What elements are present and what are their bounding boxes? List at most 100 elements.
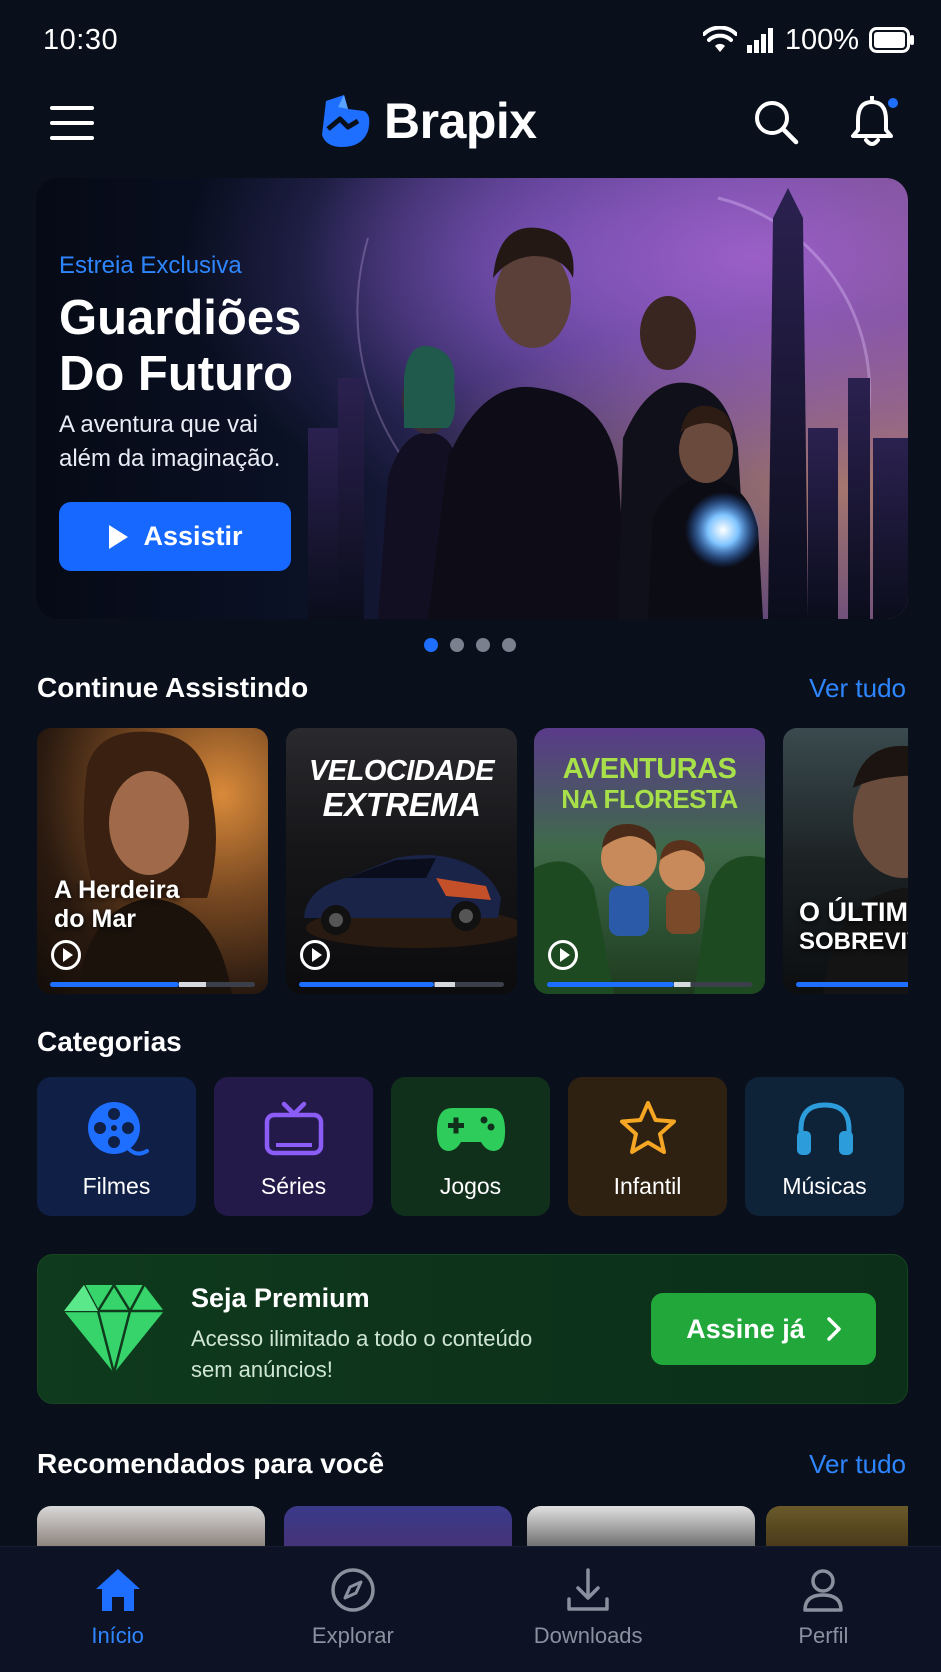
carousel-dot[interactable]	[424, 638, 438, 652]
recommended-row	[37, 1506, 908, 1546]
chevron-right-icon	[827, 1317, 841, 1341]
carousel-dot[interactable]	[450, 638, 464, 652]
recommended-see-all[interactable]: Ver tudo	[809, 1449, 906, 1480]
notifications-button[interactable]	[850, 95, 900, 148]
wifi-icon	[702, 26, 737, 52]
progress-bar	[547, 982, 752, 987]
menu-button[interactable]	[50, 106, 94, 142]
nav-item-inicio[interactable]: Início	[18, 1547, 218, 1649]
continue-card[interactable]: AVENTURAS NA FLORESTA	[534, 728, 765, 994]
carousel-indicator	[424, 638, 516, 652]
play-circle-icon[interactable]	[300, 940, 330, 970]
watch-button-label: Assistir	[143, 521, 243, 551]
nav-item-perfil[interactable]: Perfil	[723, 1547, 923, 1649]
nav-item-downloads[interactable]: Downloads	[488, 1547, 688, 1649]
continue-card[interactable]: VELOCIDADE EXTREMA	[286, 728, 517, 994]
play-circle-icon[interactable]	[51, 940, 81, 970]
play-circle-icon[interactable]	[548, 940, 578, 970]
progress-fill	[299, 982, 435, 987]
film-reel-icon	[87, 1102, 149, 1156]
status-time: 10:30	[43, 23, 119, 56]
search-button[interactable]	[752, 98, 800, 146]
progress-bar	[50, 982, 255, 987]
continue-card[interactable]: A Herdeira do Mar	[37, 728, 268, 994]
recommended-card[interactable]	[766, 1506, 908, 1546]
continue-card-title-line1: A Herdeira	[54, 876, 180, 904]
hero-title: Guardiões Do Futuro	[59, 290, 389, 402]
hero-banner[interactable]: Estreia Exclusiva Guardiões Do Futuro A …	[36, 178, 908, 619]
tv-icon	[264, 1101, 323, 1156]
home-icon	[95, 1569, 140, 1611]
user-icon	[803, 1569, 844, 1612]
premium-subtitle: Acesso ilimitado a todo o conteúdo sem a…	[191, 1323, 591, 1385]
recommended-card[interactable]	[37, 1506, 265, 1546]
hero-title-line2: Do Futuro	[59, 347, 294, 401]
continue-watching-see-all[interactable]: Ver tudo	[809, 673, 906, 704]
category-musicas[interactable]: Músicas	[745, 1077, 904, 1216]
signal-icon	[746, 28, 773, 53]
nav-label: Downloads	[533, 1623, 643, 1648]
continue-card-title: O ÚLTIM SOBREVIV	[799, 898, 908, 956]
nav-item-explorar[interactable]: Explorar	[253, 1547, 453, 1649]
headphones-icon	[796, 1102, 853, 1155]
carousel-dot[interactable]	[476, 638, 490, 652]
play-icon	[109, 524, 129, 549]
battery-icon	[869, 27, 914, 53]
premium-subtitle-line1: Acesso ilimitado a todo o conteúdo	[191, 1326, 533, 1351]
recommended-card[interactable]	[284, 1506, 512, 1546]
hero-title-line1: Guardiões	[59, 291, 302, 345]
category-filmes[interactable]: Filmes	[37, 1077, 196, 1216]
category-label: Séries	[260, 1173, 327, 1199]
carousel-dot[interactable]	[502, 638, 516, 652]
notification-badge	[886, 96, 900, 110]
continue-card-title-line2: do Mar	[54, 905, 136, 933]
categories-row: Filmes Séries Jogos Infantil Músicas	[37, 1077, 908, 1216]
progress-fill	[50, 982, 180, 987]
hero-subtitle-line1: A aventura que vai	[59, 411, 258, 438]
progress-bar	[299, 982, 504, 987]
search-icon	[755, 101, 799, 145]
progress-bar	[796, 982, 908, 987]
subscribe-button[interactable]: Assine já	[651, 1293, 876, 1365]
category-infantil[interactable]: Infantil	[568, 1077, 727, 1216]
progress-fill	[796, 982, 908, 987]
continue-card[interactable]: O ÚLTIM SOBREVIV	[783, 728, 908, 994]
app-logo: Brapix	[318, 92, 537, 150]
bottom-navigation: Início Explorar Downloads Perfil	[0, 1546, 941, 1672]
battery-percent: 100%	[784, 23, 859, 56]
category-label: Jogos	[439, 1173, 502, 1199]
premium-subtitle-line2: sem anúncios!	[191, 1357, 333, 1382]
subscribe-button-label: Assine já	[686, 1313, 805, 1344]
nav-label: Início	[91, 1623, 144, 1648]
recommended-title: Recomendados para você	[37, 1448, 385, 1479]
recommended-card[interactable]	[527, 1506, 755, 1546]
continue-watching-title: Continue Assistindo	[37, 672, 309, 703]
category-label: Infantil	[613, 1173, 682, 1199]
categories-title: Categorias	[37, 1026, 182, 1057]
hero-subtitle-line2: além da imaginação.	[59, 445, 281, 472]
nav-label: Explorar	[311, 1623, 394, 1648]
hero-artwork	[308, 188, 908, 619]
compass-icon	[331, 1568, 375, 1612]
app-name: Brapix	[384, 93, 537, 149]
brapix-logo-icon	[322, 95, 370, 147]
hero-kicker: Estreia Exclusiva	[59, 252, 242, 279]
premium-title: Seja Premium	[191, 1283, 370, 1313]
status-indicators: 100%	[702, 23, 915, 57]
category-label: Filmes	[82, 1173, 151, 1199]
continue-card-title: A Herdeira do Mar	[54, 876, 180, 934]
category-jogos[interactable]: Jogos	[391, 1077, 550, 1216]
watch-button[interactable]: Assistir	[59, 502, 291, 571]
star-icon	[619, 1101, 676, 1154]
hero-content: Estreia Exclusiva Guardiões Do Futuro A …	[59, 252, 389, 571]
continue-card-title-line2: SOBREVIV	[799, 928, 908, 955]
diamond-icon	[64, 1282, 164, 1374]
continue-card-title-line1: O ÚLTIM	[799, 897, 908, 927]
hero-subtitle: A aventura que vai além da imaginação.	[59, 408, 389, 476]
category-series[interactable]: Séries	[214, 1077, 373, 1216]
premium-banner: Seja Premium Acesso ilimitado a todo o c…	[37, 1254, 908, 1404]
status-bar: 10:30 100%	[0, 0, 941, 80]
download-icon	[567, 1568, 609, 1611]
app-header: Brapix	[0, 80, 941, 168]
progress-fill	[547, 982, 675, 987]
